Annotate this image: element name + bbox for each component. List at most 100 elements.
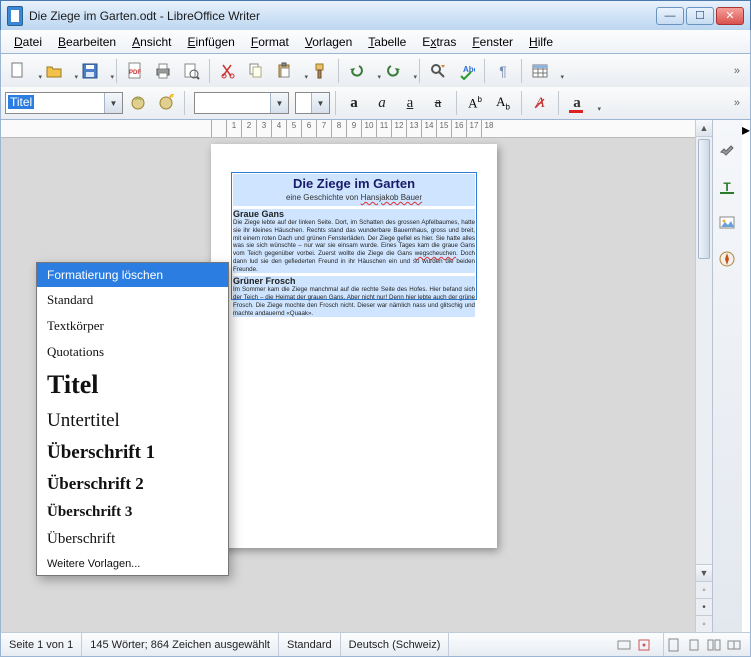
status-wordcount[interactable]: 145 Wörter; 864 Zeichen ausgewählt xyxy=(82,633,279,656)
font-size-dropdown-button[interactable]: ▼ xyxy=(311,93,329,113)
print-preview-button[interactable] xyxy=(178,58,204,84)
scroll-up-button[interactable]: ▲ xyxy=(696,120,712,137)
strikethrough-button[interactable]: a xyxy=(425,90,451,116)
font-name-combo[interactable]: ▼ xyxy=(194,92,289,114)
style-option[interactable]: Überschrift 3 xyxy=(37,499,228,526)
undo-button[interactable]: ▾ xyxy=(344,58,378,84)
nav-target-button[interactable]: • xyxy=(696,598,712,615)
page-content[interactable]: Die Ziege im Garten eine Geschichte von … xyxy=(233,174,475,518)
doc-para-2[interactable]: Im Sommer kam die Ziege manchmal auf die… xyxy=(233,286,475,317)
prev-page-button[interactable]: ◦ xyxy=(696,581,712,598)
vertical-scrollbar[interactable]: ▲ ▼ ◦ • ◦ xyxy=(695,120,712,632)
menu-hilfe[interactable]: Hilfe xyxy=(522,33,560,51)
status-view-book[interactable] xyxy=(724,633,744,656)
menu-vorlagen[interactable]: Vorlagen xyxy=(298,33,359,51)
sidebar-styles-button[interactable]: T xyxy=(716,176,738,198)
save-document-button[interactable]: ▾ xyxy=(77,58,111,84)
sidebar-gallery-button[interactable] xyxy=(716,212,738,234)
doc-subtitle[interactable]: eine Geschichte von Hansjakob Bauer xyxy=(233,193,475,206)
clear-formatting-button[interactable]: A xyxy=(527,90,553,116)
scroll-track[interactable] xyxy=(696,137,712,564)
open-document-button[interactable]: ▾ xyxy=(41,58,75,84)
ruler-tick: 10 xyxy=(361,120,376,137)
font-color-button[interactable]: a▾ xyxy=(564,90,598,116)
status-page[interactable]: Seite 1 von 1 xyxy=(1,633,82,656)
italic-button[interactable]: a xyxy=(369,90,395,116)
menu-tabelle[interactable]: Tabelle xyxy=(361,33,413,51)
menu-datei[interactable]: Datei xyxy=(7,33,49,51)
clone-formatting-button[interactable] xyxy=(307,58,333,84)
doc-heading-2[interactable]: Grüner Frosch xyxy=(233,276,475,286)
update-style-button[interactable] xyxy=(125,90,151,116)
paragraph-style-dropdown[interactable]: Formatierung löschenStandardTextkörperQu… xyxy=(36,262,229,576)
style-option[interactable]: Formatierung löschen xyxy=(37,263,228,287)
doc-title[interactable]: Die Ziege im Garten xyxy=(233,174,475,193)
paste-button[interactable]: ▾ xyxy=(271,58,305,84)
menu-ansicht[interactable]: Ansicht xyxy=(125,33,178,51)
underline-button[interactable]: a xyxy=(397,90,423,116)
superscript-button[interactable]: Ab xyxy=(462,90,488,116)
style-option[interactable]: Weitere Vorlagen... xyxy=(37,553,228,575)
redo-button[interactable]: ▾ xyxy=(380,58,414,84)
status-bar: Seite 1 von 1 145 Wörter; 864 Zeichen au… xyxy=(0,632,751,657)
sidebar-navigator-button[interactable] xyxy=(716,248,738,270)
ruler-tick: 1 xyxy=(226,120,241,137)
style-option[interactable]: Untertitel xyxy=(37,405,228,437)
menu-einfuegen[interactable]: Einfügen xyxy=(180,33,241,51)
cut-button[interactable] xyxy=(215,58,241,84)
subscript-button[interactable]: Ab xyxy=(490,90,516,116)
insert-table-button[interactable]: ▾ xyxy=(527,58,561,84)
doc-heading-1[interactable]: Graue Gans xyxy=(233,209,475,219)
find-replace-button[interactable] xyxy=(425,58,451,84)
style-option[interactable]: Titel xyxy=(37,365,228,405)
sidebar-properties-button[interactable] xyxy=(716,140,738,162)
window-close-button[interactable]: ✕ xyxy=(716,7,744,25)
font-size-combo[interactable]: ▼ xyxy=(295,92,330,114)
style-option[interactable]: Textkörper xyxy=(37,313,228,339)
style-option[interactable]: Überschrift 2 xyxy=(37,469,228,499)
menu-bearbeiten[interactable]: Bearbeiten xyxy=(51,33,123,51)
window-maximize-button[interactable]: ☐ xyxy=(686,7,714,25)
ruler-tick: 15 xyxy=(436,120,451,137)
style-option[interactable]: Standard xyxy=(37,287,228,313)
menu-extras[interactable]: Extras xyxy=(415,33,463,51)
status-view-multi[interactable] xyxy=(704,633,724,656)
ruler-horizontal[interactable]: 123456789101112131415161718 xyxy=(1,120,695,138)
next-page-button[interactable]: ◦ xyxy=(696,615,712,632)
formatting-marks-button[interactable]: ¶ xyxy=(490,58,516,84)
sidebar-collapse-handle[interactable]: ▸ xyxy=(742,120,750,632)
ruler-tick: 4 xyxy=(271,120,286,137)
status-insert-mode[interactable] xyxy=(614,633,634,656)
print-button[interactable] xyxy=(150,58,176,84)
status-language[interactable]: Deutsch (Schweiz) xyxy=(341,633,450,656)
toolbar-overflow-button[interactable]: » xyxy=(728,65,746,77)
scroll-down-button[interactable]: ▼ xyxy=(696,564,712,581)
font-name-dropdown-button[interactable]: ▼ xyxy=(270,93,288,113)
copy-button[interactable] xyxy=(243,58,269,84)
style-option[interactable]: Überschrift 1 xyxy=(37,437,228,469)
ruler-tick: 14 xyxy=(421,120,436,137)
window-titlebar: Die Ziege im Garten.odt - LibreOffice Wr… xyxy=(0,0,751,30)
status-pagestyle[interactable]: Standard xyxy=(279,633,341,656)
window-minimize-button[interactable]: — xyxy=(656,7,684,25)
menu-format[interactable]: Format xyxy=(244,33,296,51)
new-style-button[interactable] xyxy=(153,90,179,116)
style-option[interactable]: Quotations xyxy=(37,339,228,365)
style-option[interactable]: Überschrift xyxy=(37,526,228,553)
paragraph-style-dropdown-button[interactable]: ▼ xyxy=(104,93,122,113)
bold-button[interactable]: a xyxy=(341,90,367,116)
doc-para-1[interactable]: Die Ziege lebte auf der linken Seite. Do… xyxy=(233,219,475,273)
spellcheck-button[interactable]: Abc xyxy=(453,58,479,84)
status-doc-modified[interactable] xyxy=(664,633,684,656)
window-title: Die Ziege im Garten.odt - LibreOffice Wr… xyxy=(29,9,656,23)
ruler-tick: 3 xyxy=(256,120,271,137)
export-pdf-button[interactable]: PDF xyxy=(122,58,148,84)
scroll-thumb[interactable] xyxy=(698,139,710,259)
status-view-single[interactable] xyxy=(684,633,704,656)
paragraph-style-combo[interactable]: Titel ▼ xyxy=(5,92,123,114)
status-selection-mode[interactable] xyxy=(634,633,654,656)
menu-fenster[interactable]: Fenster xyxy=(465,33,520,51)
toolbar2-overflow-button[interactable]: » xyxy=(728,97,746,109)
page[interactable]: Die Ziege im Garten eine Geschichte von … xyxy=(211,144,497,548)
new-document-button[interactable]: ▾ xyxy=(5,58,39,84)
